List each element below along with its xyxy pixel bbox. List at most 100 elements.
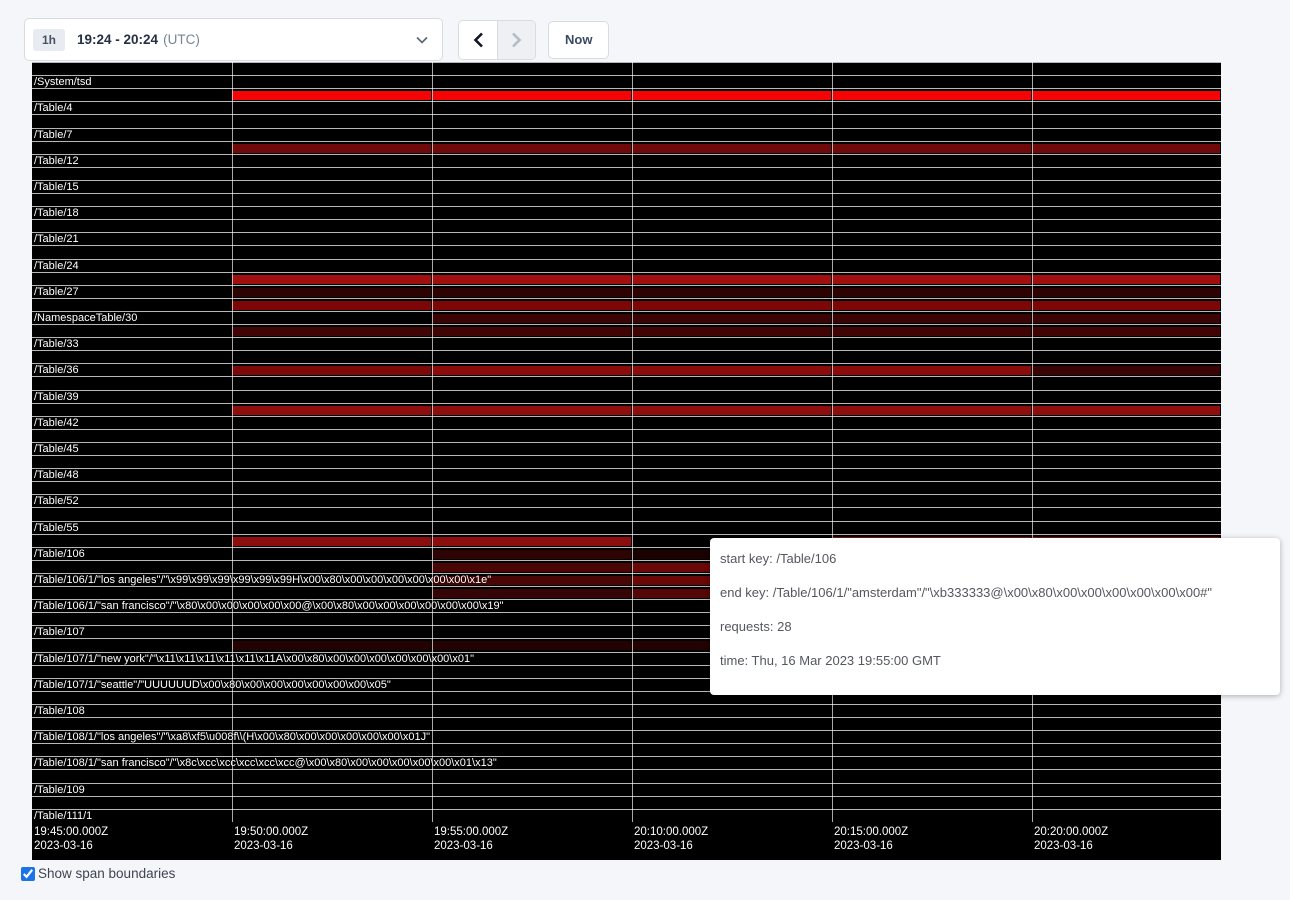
heatmap-band bbox=[32, 390, 1221, 403]
x-axis-tick-label: 20:10:00.000Z2023-03-16 bbox=[634, 825, 708, 853]
heatmap-row-label: /Table/107/1/"new york"/"\x11\x11\x11\x1… bbox=[34, 653, 474, 665]
key-visualizer-heatmap[interactable]: /System/tsd/Table/4/Table/7/Table/12/Tab… bbox=[32, 62, 1221, 860]
heatmap-band bbox=[32, 481, 1221, 494]
heatmap-row-label: /Table/107/1/"seattle"/"UUUUUUD\x00\x80\… bbox=[34, 679, 391, 691]
tooltip-start-key: start key: /Table/106 bbox=[720, 552, 1270, 566]
x-axis-tick-label: 20:15:00.000Z2023-03-16 bbox=[834, 825, 908, 853]
heatmap-cell bbox=[632, 301, 831, 310]
heatmap-band bbox=[32, 298, 1221, 311]
next-range-button[interactable] bbox=[497, 21, 535, 59]
heatmap-band bbox=[32, 704, 1221, 717]
heatmap-cell bbox=[232, 301, 431, 310]
heatmap-row-label: /Table/109 bbox=[34, 784, 85, 796]
toolbar: 1h 19:24 - 20:24 (UTC) Now bbox=[24, 18, 609, 61]
heatmap-time-gridline bbox=[432, 62, 433, 822]
heatmap-cell bbox=[632, 144, 831, 153]
heatmap-band bbox=[32, 206, 1221, 219]
now-button[interactable]: Now bbox=[548, 21, 609, 59]
heatmap-cell bbox=[432, 589, 631, 598]
heatmap-row-label: /Table/107 bbox=[34, 626, 85, 638]
heatmap-band bbox=[32, 442, 1221, 455]
heatmap-row-label: /Table/33 bbox=[34, 338, 79, 350]
heatmap-row-label: /NamespaceTable/30 bbox=[34, 312, 137, 324]
heatmap-band bbox=[32, 494, 1221, 507]
heatmap-row-label: /Table/12 bbox=[34, 155, 79, 167]
heatmap-cell bbox=[632, 366, 831, 375]
heatmap-cell bbox=[432, 91, 631, 100]
heatmap-cell bbox=[432, 641, 631, 650]
heatmap-band bbox=[32, 245, 1221, 258]
heatmap-cell bbox=[832, 406, 1031, 415]
heatmap-row-label: /Table/108/1/"san francisco"/"\x8c\xcc\x… bbox=[34, 757, 497, 769]
heatmap-band bbox=[32, 141, 1221, 154]
heatmap-row-label: /Table/45 bbox=[34, 443, 79, 455]
heatmap-band bbox=[32, 350, 1221, 363]
heatmap-cell bbox=[232, 537, 431, 546]
heatmap-band bbox=[32, 337, 1221, 350]
heatmap-row-label: /Table/106/1/"los angeles"/"\x99\x99\x99… bbox=[34, 574, 491, 586]
heatmap-band bbox=[32, 285, 1221, 298]
heatmap-row-label: /Table/24 bbox=[34, 260, 79, 272]
heatmap-band bbox=[32, 743, 1221, 756]
heatmap-band bbox=[32, 416, 1221, 429]
heatmap-band bbox=[32, 232, 1221, 245]
heatmap-cell bbox=[832, 91, 1031, 100]
heatmap-cell bbox=[1032, 366, 1220, 375]
chevron-down-icon bbox=[416, 36, 428, 44]
heatmap-time-gridline bbox=[632, 62, 633, 822]
footer: Show span boundaries bbox=[21, 866, 175, 881]
heatmap-cell bbox=[232, 327, 431, 336]
heatmap-cell bbox=[432, 327, 631, 336]
heatmap-cell bbox=[432, 275, 631, 284]
heatmap-cell bbox=[432, 301, 631, 310]
heatmap-cell bbox=[432, 537, 631, 546]
heatmap-row-label: /Table/4 bbox=[34, 102, 73, 114]
heatmap-band bbox=[32, 193, 1221, 206]
heatmap-row-label: /Table/52 bbox=[34, 495, 79, 507]
heatmap-row-label: /Table/7 bbox=[34, 129, 73, 141]
time-range-dropdown[interactable]: 1h 19:24 - 20:24 (UTC) bbox=[24, 18, 443, 61]
time-range-timezone: (UTC) bbox=[163, 32, 200, 47]
heatmap-band bbox=[32, 219, 1221, 232]
heatmap-band bbox=[32, 180, 1221, 193]
heatmap-band bbox=[32, 128, 1221, 141]
heatmap-band bbox=[32, 783, 1221, 796]
heatmap-band bbox=[32, 363, 1221, 376]
heatmap-row-label: /Table/106/1/"san francisco"/"\x80\x00\x… bbox=[34, 600, 504, 612]
heatmap-band bbox=[32, 769, 1221, 782]
chevron-left-icon bbox=[473, 32, 484, 48]
heatmap-row-label: /Table/15 bbox=[34, 181, 79, 193]
heatmap-cell bbox=[432, 563, 631, 572]
tooltip-time: time: Thu, 16 Mar 2023 19:55:00 GMT bbox=[720, 654, 1270, 668]
show-span-boundaries-label: Show span boundaries bbox=[38, 866, 175, 881]
tooltip-end-key: end key: /Table/106/1/"amsterdam"/"\xb33… bbox=[720, 586, 1270, 600]
heatmap-band bbox=[32, 429, 1221, 442]
heatmap-cell bbox=[1032, 327, 1220, 336]
heatmap-band bbox=[32, 272, 1221, 285]
heatmap-band bbox=[32, 455, 1221, 468]
heatmap-cell bbox=[232, 91, 431, 100]
prev-range-button[interactable] bbox=[459, 21, 497, 59]
heatmap-cell bbox=[1032, 301, 1220, 310]
heatmap-band bbox=[32, 403, 1221, 416]
heatmap-cell bbox=[832, 314, 1031, 323]
heatmap-cell bbox=[632, 288, 831, 297]
heatmap-band bbox=[32, 167, 1221, 180]
heatmap-cell bbox=[232, 641, 431, 650]
heatmap-cell bbox=[432, 288, 631, 297]
heatmap-band bbox=[32, 114, 1221, 127]
heatmap-row-label: /Table/48 bbox=[34, 469, 79, 481]
heatmap-band bbox=[32, 809, 1221, 822]
show-span-boundaries-checkbox[interactable] bbox=[21, 867, 35, 881]
heatmap-row-label: /Table/18 bbox=[34, 207, 79, 219]
heatmap-band bbox=[32, 507, 1221, 520]
heatmap-time-gridline bbox=[1032, 62, 1033, 822]
x-axis-tick-label: 19:45:00.000Z2023-03-16 bbox=[34, 825, 108, 853]
heatmap-row-label: /System/tsd bbox=[34, 76, 91, 88]
heatmap-cell bbox=[1032, 406, 1220, 415]
heatmap-band bbox=[32, 468, 1221, 481]
heatmap-cell bbox=[632, 91, 831, 100]
heatmap-cell bbox=[832, 301, 1031, 310]
time-range-value: 19:24 - 20:24 bbox=[77, 32, 158, 47]
heatmap-band bbox=[32, 75, 1221, 88]
